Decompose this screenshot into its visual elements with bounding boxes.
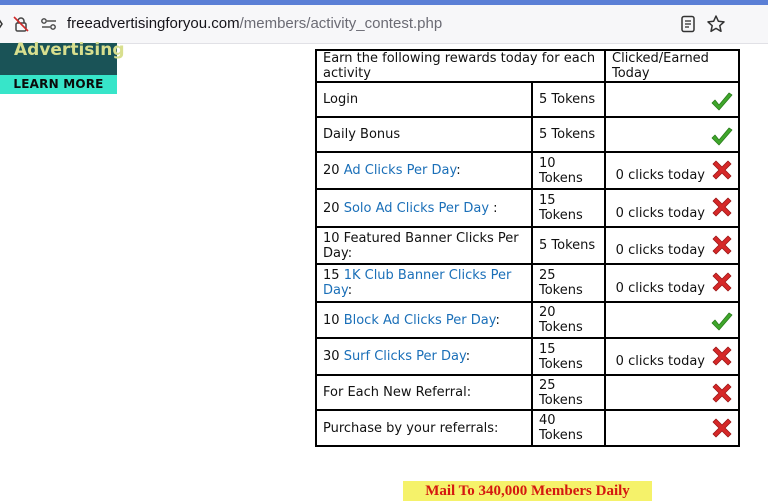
header-status: Clicked/Earned Today bbox=[604, 49, 740, 83]
status-cell: 0 clicks today bbox=[604, 263, 740, 303]
table-row: 20 Ad Clicks Per Day: 10 Tokens 0 clicks t… bbox=[315, 151, 740, 190]
table-row: 20 Solo Ad Clicks Per Day :15 Tokens 0 cl… bbox=[315, 188, 740, 228]
activity-label: For Each New Referral: bbox=[323, 385, 472, 400]
red-x-icon bbox=[710, 344, 734, 368]
red-x-icon bbox=[710, 195, 734, 219]
status-cell bbox=[604, 374, 740, 411]
table-row: Daily Bonus 5 Tokens bbox=[315, 116, 740, 153]
reward-cell: 15 Tokens bbox=[531, 337, 606, 376]
status-cell: 0 clicks today bbox=[604, 226, 740, 265]
activity-cell: Daily Bonus bbox=[315, 116, 533, 153]
header-activity: Earn the following rewards today for eac… bbox=[315, 49, 606, 83]
checkmark-icon bbox=[710, 90, 734, 114]
activity-label: 10 Featured Banner Clicks Per Day: bbox=[323, 230, 519, 261]
reward-cell: 5 Tokens bbox=[531, 226, 606, 265]
clicks-today-note: 0 clicks today bbox=[615, 168, 705, 183]
ad-title: Advertising bbox=[14, 40, 125, 60]
activity-suffix: : bbox=[495, 312, 500, 328]
permissions-icon[interactable] bbox=[40, 16, 58, 32]
partial-icon bbox=[0, 19, 3, 29]
table-row: 10 Featured Banner Clicks Per Day: 5 Toke… bbox=[315, 226, 740, 265]
rewards-table: Earn the following rewards today for eac… bbox=[315, 49, 740, 447]
reward-cell: 10 Tokens bbox=[531, 151, 606, 190]
activity-count: 15 bbox=[323, 268, 340, 283]
activity-suffix: : bbox=[465, 349, 471, 364]
status-cell bbox=[604, 409, 740, 447]
activity-count: 10 bbox=[323, 312, 340, 328]
activity-cell: 20 Ad Clicks Per Day: bbox=[315, 151, 533, 190]
status-cell bbox=[604, 81, 740, 118]
clicks-today-note: 0 clicks today bbox=[615, 354, 705, 369]
url-text[interactable]: freeadvertisingforyou.com/members/activi… bbox=[67, 15, 442, 33]
status-cell: 0 clicks today bbox=[604, 151, 740, 190]
red-x-icon bbox=[710, 158, 734, 182]
activity-suffix: : bbox=[347, 283, 353, 298]
address-bar[interactable]: freeadvertisingforyou.com/members/activi… bbox=[0, 5, 768, 44]
reward-cell: 25 Tokens bbox=[531, 374, 606, 411]
activity-suffix: : bbox=[456, 163, 461, 178]
checkmark-icon bbox=[710, 310, 734, 334]
clicks-today-note: 0 clicks today bbox=[615, 206, 705, 221]
activity-label: Purchase by your referrals: bbox=[323, 420, 499, 436]
activity-count: 30 bbox=[323, 349, 340, 364]
reward-cell: 40 Tokens bbox=[531, 409, 606, 447]
status-cell: 0 clicks today bbox=[604, 337, 740, 376]
activity-cell: 10 Block Ad Clicks Per Day: bbox=[315, 301, 533, 339]
activity-link[interactable]: Surf Clicks Per Day bbox=[344, 349, 466, 364]
red-x-icon bbox=[710, 381, 734, 405]
reward-cell: 5 Tokens bbox=[531, 116, 606, 153]
url-domain: freeadvertisingforyou.com bbox=[67, 15, 240, 32]
table-row: Login 5 Tokens bbox=[315, 81, 740, 118]
red-x-icon bbox=[710, 416, 734, 440]
advertising-banner[interactable]: Advertising LEARN MORE bbox=[0, 40, 125, 94]
activity-cell: Login bbox=[315, 81, 533, 118]
table-row: 15 1K Club Banner Clicks Per Day: 25 Toke… bbox=[315, 263, 740, 303]
bookmark-star-icon[interactable] bbox=[706, 14, 726, 34]
activity-link[interactable]: Block Ad Clicks Per Day bbox=[344, 313, 496, 328]
status-cell bbox=[604, 301, 740, 339]
clicks-today-note: 0 clicks today bbox=[615, 281, 705, 296]
status-cell bbox=[604, 116, 740, 153]
activity-label: Login bbox=[323, 92, 359, 107]
status-cell: 0 clicks today bbox=[604, 188, 740, 228]
table-row: 10 Block Ad Clicks Per Day: 20 Tokens bbox=[315, 301, 740, 339]
table-row: 30 Surf Clicks Per Day: 15 Tokens 0 clicks… bbox=[315, 337, 740, 376]
table-header-row: Earn the following rewards today for eac… bbox=[315, 49, 740, 83]
url-path: /members/activity_contest.php bbox=[239, 15, 443, 32]
activity-cell: 30 Surf Clicks Per Day: bbox=[315, 337, 533, 376]
mail-members-banner[interactable]: Mail To 340,000 Members Daily bbox=[403, 481, 652, 501]
activity-cell: 10 Featured Banner Clicks Per Day: bbox=[315, 226, 533, 265]
reward-cell: 5 Tokens bbox=[531, 81, 606, 118]
lock-icon[interactable] bbox=[12, 15, 30, 33]
activity-cell: For Each New Referral: bbox=[315, 374, 533, 411]
activity-link[interactable]: Ad Clicks Per Day bbox=[344, 163, 457, 178]
activity-cell: 15 1K Club Banner Clicks Per Day: bbox=[315, 263, 533, 303]
red-x-icon bbox=[710, 233, 734, 257]
activity-label: Daily Bonus bbox=[323, 127, 401, 142]
activity-suffix: : bbox=[489, 200, 498, 216]
learn-more-button[interactable]: LEARN MORE bbox=[0, 75, 117, 94]
table-row: For Each New Referral: 25 Tokens bbox=[315, 374, 740, 411]
red-x-icon bbox=[710, 270, 734, 294]
activity-count: 20 bbox=[323, 200, 340, 216]
activity-count: 20 bbox=[323, 163, 340, 178]
clicks-today-note: 0 clicks today bbox=[615, 243, 705, 258]
reward-cell: 25 Tokens bbox=[531, 263, 606, 303]
activity-link[interactable]: Solo Ad Clicks Per Day bbox=[344, 201, 489, 216]
reward-cell: 15 Tokens bbox=[531, 188, 606, 228]
checkmark-icon bbox=[710, 125, 734, 149]
activity-cell: 20 Solo Ad Clicks Per Day : bbox=[315, 188, 533, 228]
reward-cell: 20 Tokens bbox=[531, 301, 606, 339]
activity-cell: Purchase by your referrals: bbox=[315, 409, 533, 447]
table-row: Purchase by your referrals: 40 Tokens bbox=[315, 409, 740, 447]
reader-view-icon[interactable] bbox=[680, 15, 696, 33]
